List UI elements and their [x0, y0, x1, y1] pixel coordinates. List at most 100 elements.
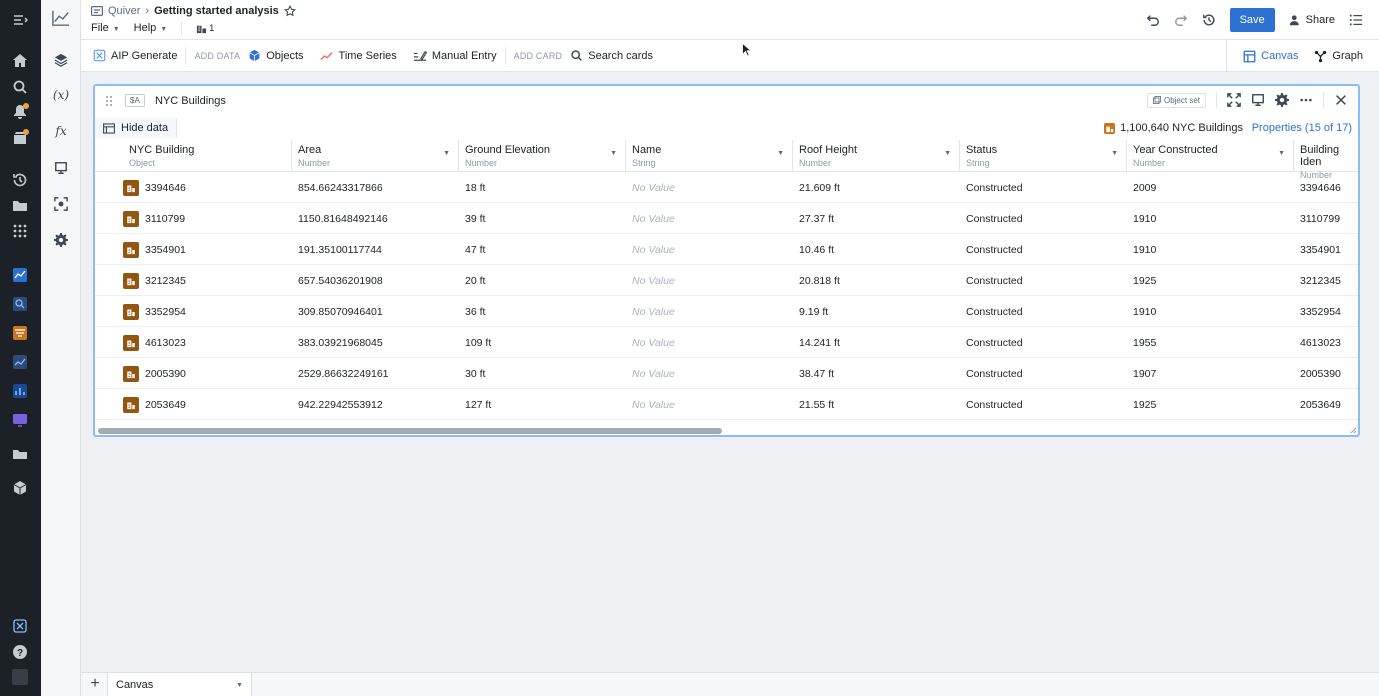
- column-header[interactable]: Area Number ▼: [292, 140, 459, 172]
- app-pipeline-icon[interactable]: [12, 325, 28, 341]
- menu-file[interactable]: File ▼: [91, 22, 120, 34]
- properties-link[interactable]: Properties (15 of 17): [1252, 122, 1352, 134]
- breadcrumb-app[interactable]: Quiver: [108, 5, 140, 17]
- add-page-icon[interactable]: +: [87, 676, 103, 692]
- branch-indicator[interactable]: 1: [196, 23, 214, 34]
- menu-help[interactable]: Help ▼: [134, 22, 168, 34]
- app-slides-icon[interactable]: [12, 412, 28, 428]
- menu-expand-icon[interactable]: [12, 12, 28, 28]
- aip-assist-icon[interactable]: [12, 618, 28, 634]
- tab-canvas[interactable]: Canvas: [1235, 40, 1306, 72]
- table-row[interactable]: 3394646 854.66243317866 18 ft No Value 21.60…: [95, 172, 1358, 203]
- branch-count: 1: [209, 23, 215, 33]
- table-cell[interactable]: 2005390: [95, 358, 292, 389]
- history-icon[interactable]: [12, 172, 28, 188]
- table-row[interactable]: 2053649 942.22942553912 127 ft No Value 21.5…: [95, 389, 1358, 420]
- cell-value: 10.46 ft: [799, 243, 835, 256]
- table-cell: 3110799: [1294, 203, 1358, 234]
- favorite-star-icon[interactable]: [283, 5, 296, 17]
- variable-tag[interactable]: $A: [125, 94, 145, 107]
- object-set-button[interactable]: Object set: [1146, 92, 1206, 108]
- search-cards-button[interactable]: Search cards: [570, 40, 661, 71]
- table-row[interactable]: 4613023 383.03921968045 109 ft No Value 14.2…: [95, 327, 1358, 358]
- table-row[interactable]: 3354901 191.35100117744 47 ft No Value 10.46…: [95, 234, 1358, 265]
- building-object-icon: [123, 210, 139, 227]
- card-title[interactable]: NYC Buildings: [155, 95, 226, 107]
- page-title[interactable]: Getting started analysis: [154, 5, 279, 17]
- present-icon[interactable]: [1251, 93, 1265, 107]
- save-button[interactable]: Save: [1229, 8, 1275, 32]
- manual-entry-button[interactable]: Manual Entry: [405, 40, 505, 71]
- app-cube-icon[interactable]: [12, 480, 28, 496]
- notifications-icon[interactable]: [12, 103, 29, 120]
- table-cell[interactable]: 4613023: [95, 327, 292, 358]
- drag-handle-icon[interactable]: [105, 95, 113, 107]
- column-header[interactable]: Building Iden Number: [1294, 140, 1358, 180]
- table-cell[interactable]: 3110799: [95, 203, 292, 234]
- list-options-icon[interactable]: [1349, 13, 1363, 27]
- share-button[interactable]: Share: [1289, 14, 1335, 26]
- column-menu-chevron-icon[interactable]: ▼: [610, 150, 617, 157]
- home-icon[interactable]: [12, 53, 28, 69]
- settings-gear-icon[interactable]: [52, 231, 70, 249]
- app-search-icon[interactable]: [12, 296, 28, 312]
- cell-value: 1910: [1133, 212, 1157, 225]
- table-row[interactable]: 3212345 657.54036201908 20 ft No Value 20.81…: [95, 265, 1358, 296]
- layers-icon[interactable]: [52, 51, 70, 69]
- presentation-icon[interactable]: [52, 159, 70, 177]
- table-cell[interactable]: 3354901: [95, 234, 292, 265]
- hide-data-button[interactable]: Hide data: [95, 118, 178, 138]
- column-menu-chevron-icon[interactable]: ▼: [1278, 150, 1285, 157]
- column-header[interactable]: Roof Height Number ▼: [793, 140, 960, 172]
- app-files-icon[interactable]: [12, 446, 28, 462]
- table-cell: 2053649: [1294, 389, 1358, 420]
- horizontal-scrollbar[interactable]: [98, 428, 722, 434]
- column-header[interactable]: Status String ▼: [960, 140, 1127, 172]
- resize-handle-icon[interactable]: [1350, 427, 1356, 433]
- object-table-card[interactable]: $A NYC Buildings Object set Hide data 1,…: [93, 84, 1360, 437]
- add-objects-button[interactable]: Objects: [248, 40, 311, 71]
- folder-icon[interactable]: [12, 198, 28, 214]
- help-icon[interactable]: ?: [12, 644, 28, 660]
- app-quiver-icon[interactable]: [12, 267, 28, 283]
- close-icon[interactable]: [1334, 93, 1348, 107]
- column-menu-chevron-icon[interactable]: ▼: [1111, 150, 1118, 157]
- column-header[interactable]: Name String ▼: [626, 140, 793, 172]
- column-menu-chevron-icon[interactable]: ▼: [777, 150, 784, 157]
- table-cell[interactable]: 2053649: [95, 389, 292, 420]
- table-cell[interactable]: 3212345: [95, 265, 292, 296]
- chevron-down-icon[interactable]: ▼: [236, 682, 243, 689]
- version-history-icon[interactable]: [1202, 13, 1216, 27]
- column-type: String: [632, 158, 656, 168]
- column-menu-chevron-icon[interactable]: ▼: [443, 150, 450, 157]
- column-header[interactable]: NYC Building Object: [95, 140, 292, 172]
- search-icon[interactable]: [12, 79, 28, 95]
- page-tab-canvas[interactable]: Canvas ▼: [107, 673, 252, 696]
- maximize-icon[interactable]: [1227, 93, 1241, 107]
- focus-icon[interactable]: [52, 195, 70, 213]
- column-header[interactable]: Ground Elevation Number ▼: [459, 140, 626, 172]
- canvas-view-icon: [1243, 50, 1256, 63]
- aip-generate-button[interactable]: AIP Generate: [81, 40, 185, 71]
- app-analytics-icon[interactable]: [12, 354, 28, 370]
- card-settings-gear-icon[interactable]: [1275, 93, 1289, 107]
- table-row[interactable]: 2005390 2529.86632249161 30 ft No Value 38.4…: [95, 358, 1358, 389]
- table-row[interactable]: 3352954 309.85070946401 36 ft No Value 9.19 …: [95, 296, 1358, 327]
- table-cell[interactable]: 3394646: [95, 172, 292, 203]
- cell-value: 4613023: [145, 336, 186, 349]
- add-time-series-button[interactable]: Time Series: [312, 40, 405, 71]
- table-cell[interactable]: 3352954: [95, 296, 292, 327]
- variable-icon[interactable]: (x): [52, 86, 70, 104]
- undo-icon[interactable]: [1146, 13, 1160, 27]
- user-avatar-icon[interactable]: [12, 669, 28, 685]
- tab-graph[interactable]: Graph: [1306, 40, 1379, 72]
- apps-store-icon[interactable]: [12, 129, 29, 146]
- more-options-icon[interactable]: [1299, 93, 1313, 107]
- column-menu-chevron-icon[interactable]: ▼: [944, 150, 951, 157]
- table-row[interactable]: 3110799 1150.81648492146 39 ft No Value 27.3…: [95, 203, 1358, 234]
- redo-icon[interactable]: [1174, 13, 1188, 27]
- column-header[interactable]: Year Constructed Number ▼: [1127, 140, 1294, 172]
- app-grid-icon[interactable]: [12, 223, 28, 239]
- function-icon[interactable]: fx: [52, 122, 70, 140]
- app-dashboard-icon[interactable]: [12, 383, 28, 399]
